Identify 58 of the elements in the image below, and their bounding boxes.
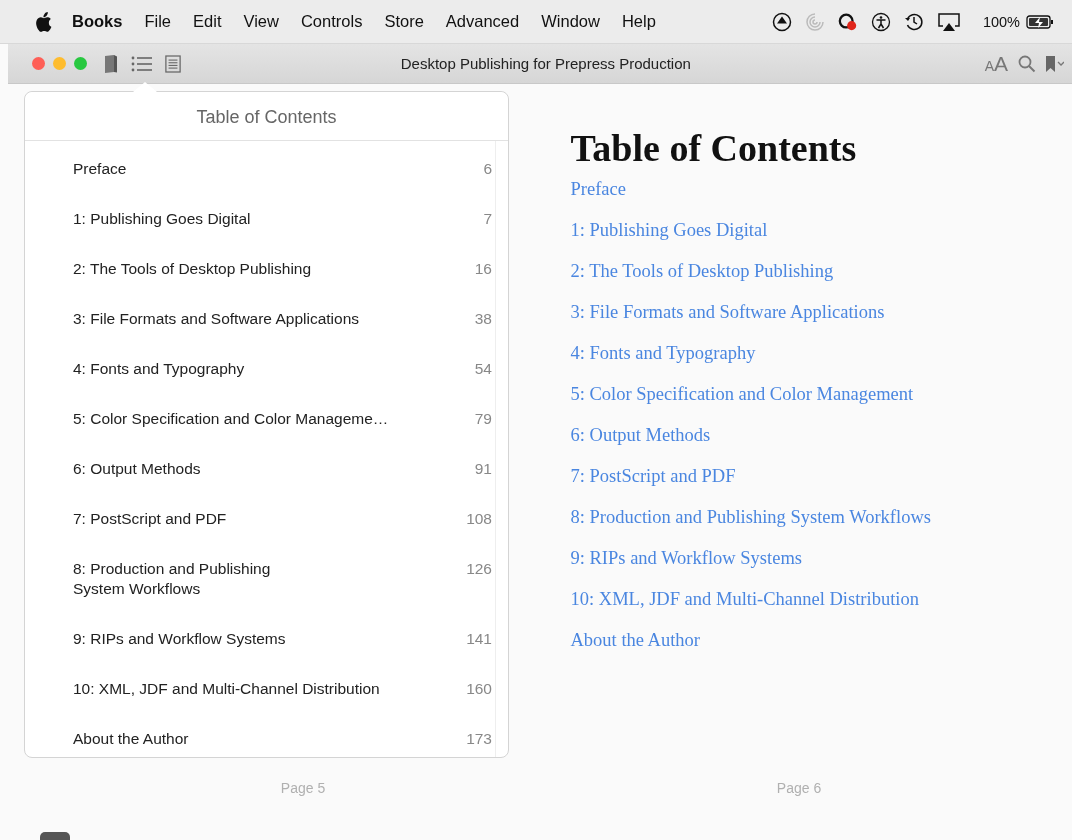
popover-title: Table of Contents [25, 92, 508, 141]
menu-item[interactable]: Edit [193, 12, 222, 31]
page-reference: 38 [474, 309, 492, 329]
menu-item[interactable]: Advanced [445, 12, 520, 31]
chapter-link[interactable]: 9: RIPs and Workflow Systems [570, 548, 802, 589]
airplay-icon[interactable] [936, 11, 961, 32]
chapter-link[interactable]: 1: Publishing Goes Digital [570, 220, 768, 261]
menu-item[interactable]: Books [72, 12, 123, 31]
page-reference: 141 [466, 629, 492, 649]
menu-item[interactable]: View [243, 12, 279, 31]
menu-item[interactable]: File [144, 12, 172, 31]
page-reference: 91 [474, 459, 492, 479]
contents-entry[interactable]: 7: PostScript and PDF [73, 509, 227, 529]
page-reference: 126 [466, 559, 492, 579]
contents-entry[interactable]: 1: Publishing Goes Digital [73, 209, 251, 229]
contents-entry[interactable]: 4: Fonts and Typography [73, 359, 245, 379]
battery-percentage: 100% [982, 13, 1020, 30]
page-heading: Table of Contents [570, 126, 857, 170]
window-title: Desktop Publishing for Prepress Production [399, 55, 692, 72]
battery-charging-icon[interactable] [1026, 13, 1054, 30]
notes-icon[interactable] [165, 53, 181, 74]
menu-item[interactable]: Help [621, 12, 656, 31]
eject-circle-icon[interactable] [771, 11, 792, 32]
contents-entry[interactable]: 9: RIPs and Workflow Systems [73, 629, 286, 649]
menu-item[interactable]: Controls [300, 12, 363, 31]
search-icon[interactable] [1018, 54, 1036, 73]
accessibility-icon[interactable] [870, 11, 891, 32]
chapter-link[interactable]: 6: Output Methods [570, 425, 711, 466]
page-reference: 108 [466, 509, 492, 529]
page-number: Page 6 [775, 780, 823, 796]
chapter-link[interactable]: 8: Production and Publishing System Workflows [570, 507, 931, 548]
page-reference: 160 [466, 679, 492, 699]
menu-item[interactable]: Store [384, 12, 424, 31]
contents-entry[interactable]: 8: Production and Publishing System Workflows [73, 559, 271, 599]
time-machine-icon[interactable] [903, 11, 924, 32]
page-reference: 16 [474, 259, 492, 279]
page-reference: 7 [483, 209, 492, 229]
page-reference: 54 [474, 359, 492, 379]
book-icon[interactable] [103, 53, 119, 74]
chapter-link[interactable]: 5: Color Specification and Color Management [570, 384, 914, 425]
apple-logo-icon[interactable] [34, 11, 52, 32]
contents-entry[interactable]: 5: Color Specification and Color Manageme… [73, 409, 389, 429]
chapter-link[interactable]: 4: Fonts and Typography [570, 343, 756, 384]
page-number: Page 5 [279, 780, 327, 796]
chapter-link[interactable]: 2: The Tools of Desktop Publishing [570, 261, 834, 302]
page-reference: 79 [474, 409, 492, 429]
bookmark-dropdown-icon[interactable] [1044, 54, 1064, 73]
chapter-link[interactable]: Preface [570, 179, 626, 220]
page-reference: 173 [466, 729, 492, 749]
page-reference: 6 [483, 159, 492, 179]
contents-entry[interactable]: 10: XML, JDF and Multi-Channel Distribution [73, 679, 380, 699]
contents-entry[interactable]: About the Author [73, 729, 189, 749]
contents-entry[interactable]: Preface [73, 159, 127, 179]
menu-item[interactable]: Window [541, 12, 600, 31]
contents-entry[interactable]: 3: File Formats and Software Applications [73, 309, 360, 329]
contents-entry[interactable]: 6: Output Methods [73, 459, 201, 479]
contents-entry[interactable]: 2: The Tools of Desktop Publishing [73, 259, 312, 279]
chapter-link[interactable]: 3: File Formats and Software Applications [570, 302, 885, 343]
